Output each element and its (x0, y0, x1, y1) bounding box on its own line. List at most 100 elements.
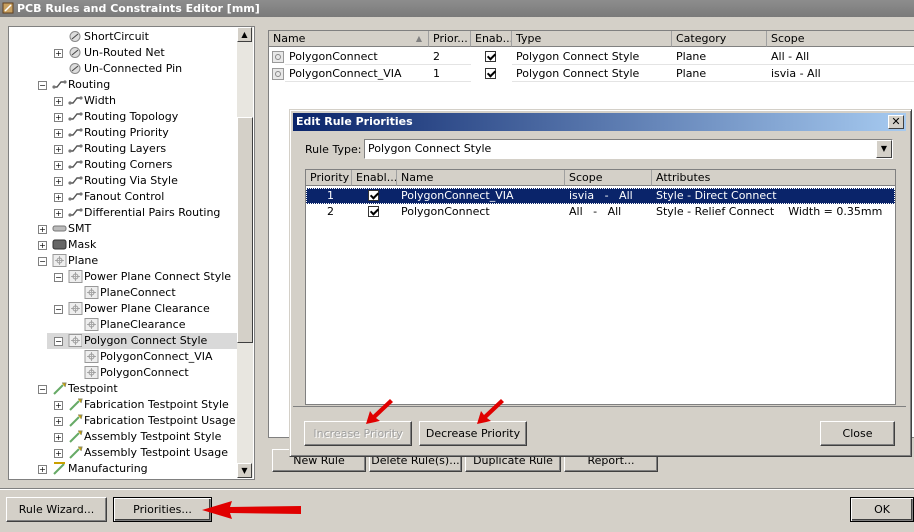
tree-item-label: Un-Connected Pin (84, 62, 183, 75)
col-header-name[interactable]: Name ▲ (269, 31, 429, 47)
expand-icon[interactable]: + (38, 225, 47, 234)
table-row[interactable]: PolygonConnect_VIA 1 Polygon Connect Sty… (269, 66, 914, 82)
annotation-arrow-priorities (202, 501, 301, 519)
collapse-icon[interactable]: − (38, 81, 47, 90)
col-header-category[interactable]: Category (672, 31, 767, 47)
rule-type-select[interactable]: Polygon Connect Style ▼ (364, 139, 893, 159)
expand-icon[interactable]: + (38, 465, 47, 474)
tree-item[interactable]: PolygonConnect_VIA (9, 349, 238, 365)
rule-priority: 1 (429, 66, 471, 82)
enabled-checkbox[interactable] (485, 51, 496, 62)
smt-icon (52, 222, 67, 235)
tree-item[interactable]: + Assembly Testpoint Style (9, 429, 238, 445)
tree-item[interactable]: PlaneClearance (9, 317, 238, 333)
expand-icon[interactable]: + (54, 161, 63, 170)
col-header-attributes[interactable]: Attributes (652, 170, 895, 186)
tree-item[interactable]: + Width (9, 93, 238, 109)
enabled-checkbox[interactable] (368, 190, 379, 201)
routing-icon (68, 174, 83, 187)
rule-priority: 2 (429, 49, 471, 65)
expand-icon[interactable]: + (54, 193, 63, 202)
title-bar: PCB Rules and Constraints Editor [mm] (0, 0, 914, 17)
expand-icon[interactable]: + (54, 433, 63, 442)
collapse-icon[interactable]: − (54, 305, 63, 314)
close-button[interactable]: Close (820, 421, 895, 446)
col-header-name[interactable]: Name (397, 170, 565, 186)
testpoint-icon (52, 382, 67, 395)
expand-icon[interactable]: + (38, 241, 47, 250)
tree-item[interactable]: + Fabrication Testpoint Style (9, 397, 238, 413)
col-header-enabled[interactable]: Enab... (471, 31, 512, 47)
tree-item[interactable]: − Power Plane Connect Style (9, 269, 238, 285)
tree-item[interactable]: + Fabrication Testpoint Usage (9, 413, 238, 429)
tree-item[interactable]: + Manufacturing (9, 461, 238, 477)
tree-item[interactable]: PolygonConnect (9, 365, 238, 381)
col-header-scope[interactable]: Scope (565, 170, 652, 186)
expand-icon[interactable]: + (54, 401, 63, 410)
tree-item[interactable]: ShortCircuit (9, 29, 238, 45)
expand-icon[interactable]: + (54, 113, 63, 122)
tree-item-label: SMT (68, 222, 92, 235)
tree-item[interactable]: + Routing Via Style (9, 173, 238, 189)
rule-icon (272, 68, 284, 80)
tree-item[interactable]: − Polygon Connect Style (9, 333, 238, 349)
scroll-down-icon[interactable]: ▼ (237, 463, 252, 478)
expand-icon[interactable]: + (54, 209, 63, 218)
tree-item[interactable]: + Routing Topology (9, 109, 238, 125)
collapse-icon[interactable]: − (54, 273, 63, 282)
tree-item[interactable]: − Plane (9, 253, 238, 269)
close-icon[interactable]: ✕ (888, 115, 904, 129)
rules-tree[interactable]: ShortCircuit + Un-Routed Net Un-Connected P… (8, 26, 255, 480)
plane-icon (84, 366, 99, 379)
rule-wizard-button[interactable]: Rule Wizard... (6, 497, 107, 522)
mask-icon (52, 238, 67, 251)
expand-icon[interactable]: + (54, 97, 63, 106)
ok-button[interactable]: OK (850, 497, 914, 522)
col-header-scope[interactable]: Scope (767, 31, 914, 47)
priorities-button[interactable]: Priorities... (113, 497, 212, 522)
tree-item[interactable]: + SMT (9, 221, 238, 237)
table-row[interactable]: PolygonConnect 2 Polygon Connect Style P… (269, 49, 914, 65)
collapse-icon[interactable]: − (38, 385, 47, 394)
tree-item[interactable]: − Power Plane Clearance (9, 301, 238, 317)
row-scope: isvia - All (569, 189, 633, 202)
tree-scrollbar[interactable]: ▲ ▼ (237, 27, 253, 478)
expand-icon[interactable]: + (54, 417, 63, 426)
tree-item[interactable]: + Fanout Control (9, 189, 238, 205)
plane-icon (52, 254, 67, 267)
tree-item[interactable]: + Routing Priority (9, 125, 238, 141)
tree-item[interactable]: + Assembly Testpoint Usage (9, 445, 238, 461)
tree-item[interactable]: + Un-Routed Net (9, 45, 238, 61)
expand-icon[interactable]: + (54, 129, 63, 138)
priority-row[interactable]: 2 PolygonConnect All - All Style - Relie… (306, 204, 895, 220)
routing-icon (68, 190, 83, 203)
chevron-down-icon[interactable]: ▼ (876, 140, 892, 158)
expand-icon[interactable]: + (54, 145, 63, 154)
collapse-icon[interactable]: − (54, 337, 63, 346)
tree-item[interactable]: + Mask (9, 237, 238, 253)
tree-item[interactable]: PlaneConnect (9, 285, 238, 301)
window-title: PCB Rules and Constraints Editor [mm] (17, 2, 260, 15)
priority-row-selected[interactable]: 1 PolygonConnect_VIA isvia - All Style -… (306, 188, 895, 204)
dialog-title: Edit Rule Priorities (296, 115, 413, 128)
collapse-icon[interactable]: − (38, 257, 47, 266)
expand-icon[interactable]: + (54, 177, 63, 186)
tree-item[interactable]: Un-Connected Pin (9, 61, 238, 77)
col-header-type[interactable]: Type (512, 31, 672, 47)
tree-item[interactable]: + Routing Corners (9, 157, 238, 173)
enabled-checkbox[interactable] (485, 68, 496, 79)
tree-item[interactable]: + Differential Pairs Routing (9, 205, 238, 221)
tree-item[interactable]: − Testpoint (9, 381, 238, 397)
scroll-thumb[interactable] (237, 117, 253, 343)
rule-scope: All - All (767, 49, 914, 65)
expand-icon[interactable]: + (54, 449, 63, 458)
scroll-up-icon[interactable]: ▲ (237, 27, 252, 42)
col-header-priority[interactable]: Prior... (429, 31, 471, 47)
col-header-priority[interactable]: Priority (306, 170, 352, 186)
tree-item[interactable]: + Routing Layers (9, 141, 238, 157)
tree-item-label: Routing Layers (84, 142, 167, 155)
enabled-checkbox[interactable] (368, 206, 379, 217)
col-header-enabled[interactable]: Enabl... (352, 170, 397, 186)
expand-icon[interactable]: + (54, 49, 63, 58)
tree-item[interactable]: − Routing (9, 77, 238, 93)
